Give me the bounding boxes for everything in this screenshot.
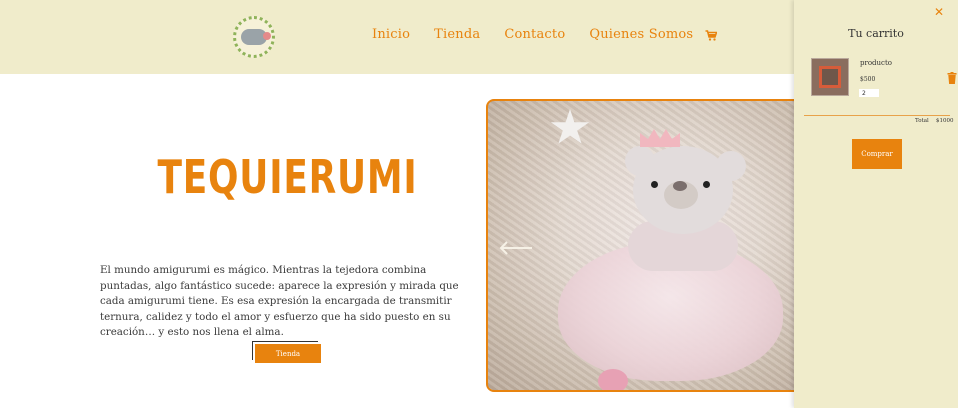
product-image: [819, 66, 841, 88]
tienda-button[interactable]: Tienda: [255, 344, 321, 363]
brand-logo[interactable]: [233, 16, 275, 58]
cart-item-thumbnail: [811, 58, 849, 96]
nav-link-inicio[interactable]: Inicio: [372, 27, 410, 42]
hero-title: TEQUIERUMI: [157, 150, 418, 204]
trash-icon[interactable]: [947, 72, 957, 84]
flower-decoration: [598, 369, 628, 390]
cart-sidebar: ✕ Tu carrito producto $500 Total $1000 C…: [794, 0, 958, 408]
hero-description: El mundo amigurumi es mágico. Mientras l…: [100, 264, 459, 338]
checkout-button[interactable]: Comprar: [852, 139, 902, 169]
cart-item-name: producto: [860, 59, 892, 67]
bear-eye-left: [651, 181, 658, 188]
product-carousel: [486, 99, 806, 392]
shopping-cart-icon[interactable]: [705, 30, 717, 41]
bear-eye-right: [703, 181, 710, 188]
main-nav: Inicio Tienda Contacto Quienes Somos: [372, 27, 693, 42]
cart-item-quantity-input[interactable]: [859, 89, 879, 97]
nav-link-tienda[interactable]: Tienda: [434, 27, 480, 42]
cart-divider: [804, 115, 950, 116]
bear-nose: [673, 181, 687, 191]
cart-item-price: $500: [860, 76, 876, 83]
cart-title: Tu carrito: [848, 27, 904, 40]
cart-total-label: Total: [915, 118, 929, 124]
close-icon[interactable]: ✕: [934, 6, 946, 18]
arrow-left-icon[interactable]: [498, 241, 534, 255]
cart-total-value: $1000: [936, 118, 954, 124]
nav-link-contacto[interactable]: Contacto: [504, 27, 565, 42]
elephant-logo-icon: [241, 29, 271, 45]
nav-link-quienes-somos[interactable]: Quienes Somos: [589, 27, 693, 42]
